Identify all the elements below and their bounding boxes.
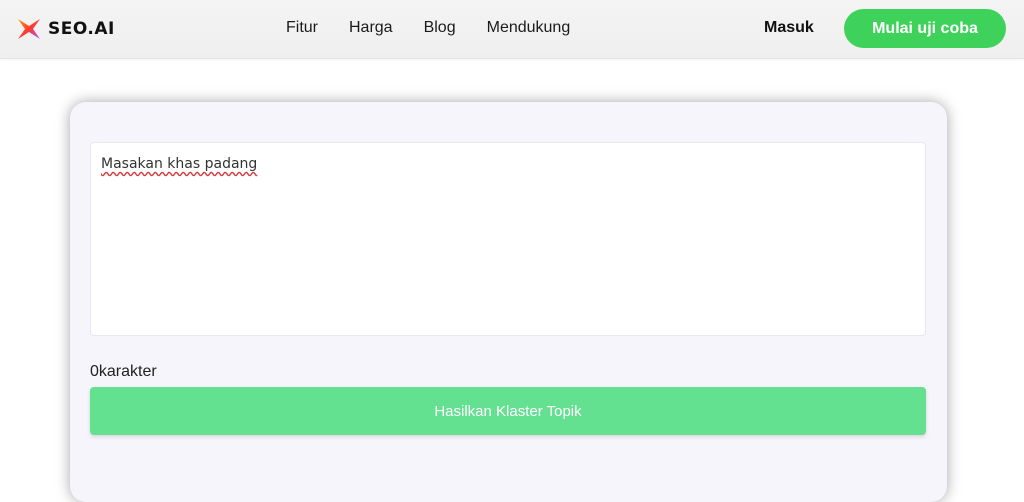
nav-link-fitur[interactable]: Fitur <box>286 19 318 37</box>
textarea-value: Masakan khas padang <box>101 156 258 172</box>
nav-link-harga[interactable]: Harga <box>349 19 393 37</box>
topic-cluster-card: Masakan khas padang 0karakter Hasilkan K… <box>70 102 947 502</box>
top-navbar: SEO.AI Fitur Harga Blog Mendukung Masuk … <box>0 0 1024 59</box>
char-count-unit: karakter <box>98 363 157 380</box>
char-count: 0karakter <box>90 363 157 381</box>
nav-link-blog[interactable]: Blog <box>424 19 456 37</box>
logo[interactable]: SEO.AI <box>16 16 115 42</box>
logo-text: SEO.AI <box>48 19 115 39</box>
char-count-value: 0 <box>90 363 99 380</box>
start-trial-button[interactable]: Mulai uji coba <box>844 9 1006 48</box>
keyword-textarea[interactable]: Masakan khas padang <box>90 142 926 336</box>
main-nav: Fitur Harga Blog Mendukung <box>286 19 601 37</box>
nav-link-mendukung[interactable]: Mendukung <box>487 19 571 37</box>
login-link[interactable]: Masuk <box>764 19 814 37</box>
generate-topic-cluster-button[interactable]: Hasilkan Klaster Topik <box>90 387 926 435</box>
sparkle-logo-icon <box>18 19 40 39</box>
